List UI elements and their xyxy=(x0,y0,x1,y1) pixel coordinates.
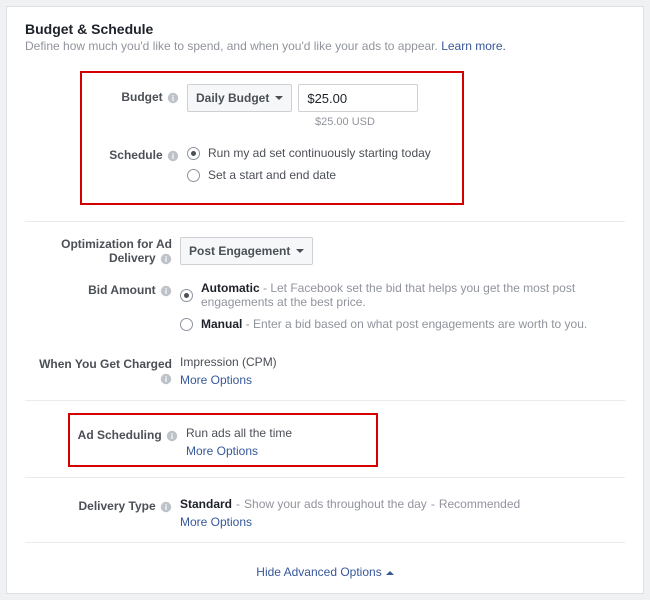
bid-manual-desc: - Enter a bid based on what post engagem… xyxy=(242,317,587,331)
caret-down-icon xyxy=(296,249,304,253)
divider xyxy=(25,400,625,401)
budget-type-dropdown[interactable]: Daily Budget xyxy=(187,84,292,112)
schedule-option-dates[interactable]: Set a start and end date xyxy=(187,168,452,182)
section-title: Budget & Schedule xyxy=(25,21,625,37)
radio-icon[interactable] xyxy=(180,289,193,302)
delivery-value-desc: Show your ads throughout the day xyxy=(244,497,427,511)
budget-label: Budget i xyxy=(92,84,187,104)
hide-advanced-toggle[interactable]: Hide Advanced Options xyxy=(25,555,625,583)
radio-icon[interactable] xyxy=(187,169,200,182)
info-icon[interactable]: i xyxy=(160,501,172,513)
info-icon[interactable]: i xyxy=(167,150,179,162)
budget-type-value: Daily Budget xyxy=(196,91,269,105)
schedule-label: Schedule i xyxy=(92,142,187,162)
charge-content: Impression (CPM) More Options xyxy=(180,351,625,387)
delivery-row: Delivery Type i Standard-Show your ads t… xyxy=(25,490,625,532)
caret-up-icon xyxy=(386,571,394,575)
optimization-dropdown[interactable]: Post Engagement xyxy=(180,237,313,265)
optimization-content: Post Engagement xyxy=(180,237,625,265)
separator: - xyxy=(236,497,240,511)
ad-scheduling-label: Ad Scheduling i xyxy=(76,422,186,442)
budget-row: Budget i Daily Budget $25.00 USD xyxy=(92,81,452,131)
divider xyxy=(25,477,625,478)
learn-more-link[interactable]: Learn more. xyxy=(441,39,506,53)
hide-advanced-label: Hide Advanced Options xyxy=(256,565,381,579)
section-subtitle: Define how much you'd like to spend, and… xyxy=(25,39,625,53)
delivery-value: Standard-Show your ads throughout the da… xyxy=(180,497,520,511)
info-icon[interactable]: i xyxy=(160,373,172,385)
budget-schedule-panel: Budget & Schedule Define how much you'd … xyxy=(6,6,644,594)
info-icon[interactable]: i xyxy=(160,253,172,265)
ad-scheduling-row: Ad Scheduling i Run ads all the time Mor… xyxy=(76,419,370,461)
optimization-label-text: Optimization for Ad Delivery xyxy=(61,237,172,265)
delivery-label-text: Delivery Type xyxy=(79,499,156,513)
budget-label-text: Budget xyxy=(121,90,162,104)
optimization-value: Post Engagement xyxy=(189,244,290,258)
bid-option-automatic[interactable]: Automatic - Let Facebook set the bid tha… xyxy=(180,281,625,309)
budget-amount-input[interactable] xyxy=(298,84,418,112)
ad-scheduling-value: Run ads all the time xyxy=(186,426,292,440)
subtitle-text: Define how much you'd like to spend, and… xyxy=(25,39,441,53)
radio-icon[interactable] xyxy=(187,147,200,160)
svg-text:i: i xyxy=(165,375,167,384)
svg-text:i: i xyxy=(172,152,174,161)
info-icon[interactable]: i xyxy=(166,430,178,442)
divider xyxy=(25,221,625,222)
charge-label-text: When You Get Charged xyxy=(39,357,172,371)
delivery-content: Standard-Show your ads throughout the da… xyxy=(180,493,625,529)
delivery-label: Delivery Type i xyxy=(25,493,180,513)
schedule-row: Schedule i Run my ad set continuously st… xyxy=(92,139,452,193)
divider xyxy=(25,542,625,543)
info-icon[interactable]: i xyxy=(167,92,179,104)
more-options-link[interactable]: More Options xyxy=(180,515,625,529)
schedule-content: Run my ad set continuously starting toda… xyxy=(187,142,452,190)
bid-option-manual[interactable]: Manual - Enter a bid based on what post … xyxy=(180,317,625,331)
caret-down-icon xyxy=(275,96,283,100)
info-icon[interactable]: i xyxy=(160,285,172,297)
radio-label: Set a start and end date xyxy=(208,168,336,182)
radio-label: Run my ad set continuously starting toda… xyxy=(208,146,431,160)
more-options-link[interactable]: More Options xyxy=(180,373,625,387)
radio-label: Manual - Enter a bid based on what post … xyxy=(201,317,587,331)
delivery-value-bold: Standard xyxy=(180,497,232,511)
charge-value: Impression (CPM) xyxy=(180,355,277,369)
bid-label-text: Bid Amount xyxy=(88,283,156,297)
svg-text:i: i xyxy=(172,94,174,103)
charge-label: When You Get Charged i xyxy=(25,351,180,385)
bid-label: Bid Amount i xyxy=(25,277,180,297)
more-options-link[interactable]: More Options xyxy=(186,444,370,458)
bid-auto-bold: Automatic xyxy=(201,281,260,295)
schedule-label-text: Schedule xyxy=(109,148,162,162)
ad-scheduling-highlight: Ad Scheduling i Run ads all the time Mor… xyxy=(68,413,378,467)
svg-text:i: i xyxy=(171,432,173,441)
budget-helper-text: $25.00 USD xyxy=(315,116,452,128)
optimization-label: Optimization for Ad Delivery i xyxy=(25,237,180,265)
budget-content: Daily Budget $25.00 USD xyxy=(187,84,452,128)
bid-manual-bold: Manual xyxy=(201,317,242,331)
ad-scheduling-label-text: Ad Scheduling xyxy=(78,428,162,442)
bid-content: Automatic - Let Facebook set the bid tha… xyxy=(180,277,625,339)
separator: - xyxy=(431,497,435,511)
svg-text:i: i xyxy=(165,255,167,264)
charge-row: When You Get Charged i Impression (CPM) … xyxy=(25,348,625,390)
schedule-option-continuous[interactable]: Run my ad set continuously starting toda… xyxy=(187,146,452,160)
svg-text:i: i xyxy=(165,503,167,512)
delivery-value-rec: Recommended xyxy=(439,497,520,511)
ad-scheduling-content: Run ads all the time More Options xyxy=(186,422,370,458)
svg-text:i: i xyxy=(165,287,167,296)
budget-schedule-highlight: Budget i Daily Budget $25.00 USD Schedul… xyxy=(80,71,464,205)
bid-row: Bid Amount i Automatic - Let Facebook se… xyxy=(25,274,625,342)
optimization-row: Optimization for Ad Delivery i Post Enga… xyxy=(25,234,625,268)
radio-icon[interactable] xyxy=(180,318,193,331)
radio-label: Automatic - Let Facebook set the bid tha… xyxy=(201,281,625,309)
